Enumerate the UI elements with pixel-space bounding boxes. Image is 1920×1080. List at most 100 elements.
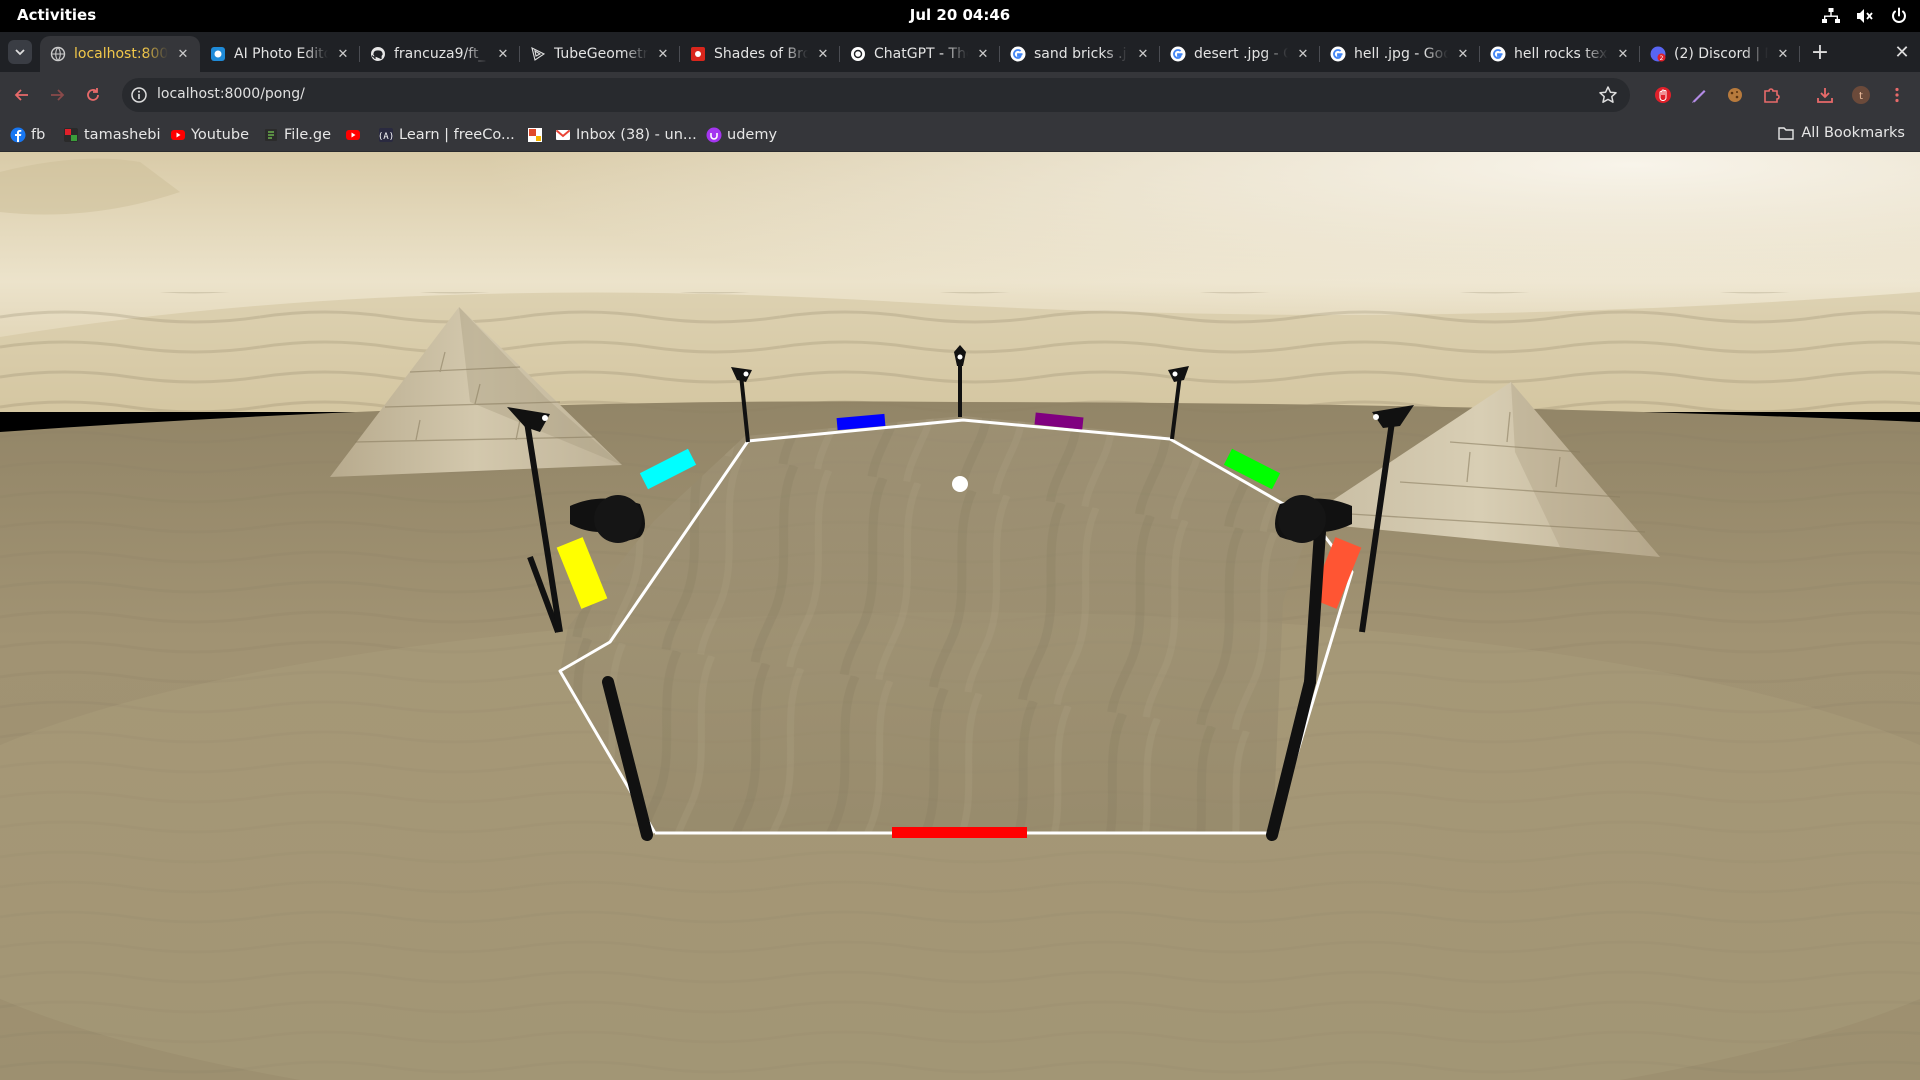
freecodecamp-icon: (A) — [378, 127, 394, 143]
bookmark-label: Youtube — [191, 127, 249, 143]
system-top-bar: Activities Jul 20 04:46 — [0, 0, 1920, 32]
network-icon[interactable] — [1820, 5, 1842, 27]
tab-close-icon[interactable]: ✕ — [654, 45, 672, 63]
palette-icon — [690, 46, 706, 62]
reload-button[interactable] — [81, 83, 105, 107]
tab[interactable]: desert .jpg - G ✕ — [1160, 36, 1320, 72]
new-tab-button[interactable]: + — [1806, 38, 1834, 66]
chevron-down-icon — [15, 49, 25, 56]
tab[interactable]: hell .jpg - Goo ✕ — [1320, 36, 1480, 72]
bookmark-item[interactable] — [345, 125, 366, 145]
url-text[interactable]: localhost:8000/pong/ — [157, 86, 305, 102]
clock[interactable]: Jul 20 04:46 — [910, 6, 1010, 24]
address-bar[interactable]: localhost:8000/pong/ — [122, 78, 1630, 112]
tab-title: desert .jpg - G — [1194, 46, 1288, 62]
system-tray[interactable] — [1820, 5, 1910, 27]
tab[interactable]: francuza9/ft_ ✕ — [360, 36, 520, 72]
activities-button[interactable]: Activities — [17, 6, 96, 24]
bookmark-label: udemy — [727, 127, 778, 143]
tab-title: Shades of Brown — [714, 46, 808, 62]
folder-icon — [1778, 127, 1795, 140]
tab[interactable]: hell rocks tex ✕ — [1480, 36, 1640, 72]
extensions-puzzle-icon[interactable] — [1760, 84, 1782, 106]
tab-close-icon[interactable]: ✕ — [334, 45, 352, 63]
github-icon — [370, 46, 386, 62]
notion-icon — [527, 127, 543, 143]
bookmark-item[interactable]: tamashebi — [63, 125, 160, 145]
tab-close-icon[interactable]: ✕ — [1614, 45, 1632, 63]
game-viewport[interactable] — [0, 152, 1920, 1080]
tab-close-icon[interactable]: ✕ — [1454, 45, 1472, 63]
tab-separator — [1799, 46, 1800, 62]
tab-title: hell rocks tex — [1514, 46, 1608, 62]
arrow-left-icon — [14, 89, 28, 101]
bookmark-star-icon[interactable] — [1598, 85, 1618, 105]
tab-strip: localhost:8000 ✕ AI Photo Editor ✕ francuza9… — [0, 32, 1920, 72]
tab[interactable]: TubeGeometry ✕ — [520, 36, 680, 72]
tab-title: localhost:8000 — [74, 46, 168, 62]
download-icon[interactable] — [1814, 84, 1836, 106]
bookmarks-bar: All Bookmarks fb tamashebi Youtube File.ge (… — [0, 118, 1920, 152]
bookmark-item[interactable]: fb — [10, 125, 45, 145]
bookmark-item[interactable]: Inbox (38) - un... — [555, 125, 697, 145]
tab-list: localhost:8000 ✕ AI Photo Editor ✕ francuza9… — [40, 36, 1800, 72]
site-info-icon[interactable] — [130, 86, 148, 104]
tab-title: sand bricks .jpg — [1034, 46, 1128, 62]
tab-close-icon[interactable]: ✕ — [974, 45, 992, 63]
bookmark-item[interactable]: (A) Learn | freeCo... — [378, 125, 515, 145]
extension-shield-icon[interactable] — [1652, 84, 1674, 106]
window-close-button[interactable]: ✕ — [1890, 40, 1914, 64]
tab[interactable]: ChatGPT - The ✕ — [840, 36, 1000, 72]
bookmark-item[interactable]: File.ge — [263, 125, 331, 145]
bookmark-label: Learn | freeCo... — [399, 127, 515, 143]
bookmark-label: fb — [31, 127, 46, 143]
extension-cookie-icon[interactable] — [1724, 84, 1746, 106]
back-button[interactable] — [10, 83, 34, 107]
tab[interactable]: Shades of Brown ✕ — [680, 36, 840, 72]
tab-title: francuza9/ft_ — [394, 46, 488, 62]
facebook-icon — [10, 127, 26, 143]
tab-title: TubeGeometry — [554, 46, 648, 62]
tab-close-icon[interactable]: ✕ — [814, 45, 832, 63]
google-icon — [1010, 46, 1026, 62]
all-bookmarks-button[interactable]: All Bookmarks — [1778, 125, 1905, 141]
pong-ball — [952, 476, 968, 492]
tab-close-icon[interactable]: ✕ — [1134, 45, 1152, 63]
tab-active[interactable]: localhost:8000 ✕ — [40, 36, 200, 72]
bookmark-item[interactable]: udemy — [706, 125, 777, 145]
all-bookmarks-label: All Bookmarks — [1801, 125, 1905, 141]
bookmark-label: File.ge — [284, 127, 331, 143]
youtube-icon — [345, 127, 361, 143]
tab-title: (2) Discord | M — [1674, 46, 1768, 62]
discord-icon: 2 — [1650, 46, 1666, 62]
tab[interactable]: sand bricks .jpg ✕ — [1000, 36, 1160, 72]
bookmark-item[interactable] — [527, 125, 548, 145]
volume-muted-icon[interactable] — [1854, 5, 1876, 27]
google-icon — [1490, 46, 1506, 62]
svg-text:t: t — [1859, 91, 1863, 102]
tab-close-icon[interactable]: ✕ — [1294, 45, 1312, 63]
udemy-icon — [706, 127, 722, 143]
tab-close-icon[interactable]: ✕ — [174, 45, 192, 63]
tab-close-icon[interactable]: ✕ — [494, 45, 512, 63]
paddle-red-player — [892, 827, 1027, 838]
menu-kebab-icon[interactable] — [1886, 84, 1908, 106]
close-icon: ✕ — [1894, 41, 1910, 63]
tab-close-icon[interactable]: ✕ — [1774, 45, 1792, 63]
pong-scene-canvas[interactable] — [0, 152, 1920, 1080]
profile-avatar[interactable]: t — [1850, 84, 1872, 106]
tab[interactable]: AI Photo Editor ✕ — [200, 36, 360, 72]
forward-button[interactable] — [45, 83, 69, 107]
bookmark-label: Inbox (38) - un... — [576, 127, 697, 143]
filege-icon — [263, 127, 279, 143]
tab[interactable]: 2 (2) Discord | M ✕ — [1640, 36, 1800, 72]
extension-pen-icon[interactable] — [1688, 84, 1710, 106]
bookmark-item[interactable]: Youtube — [170, 125, 249, 145]
tab-search-button[interactable] — [8, 40, 32, 64]
threejs-icon — [530, 46, 546, 62]
tab-title: AI Photo Editor — [234, 46, 328, 62]
tab-title: hell .jpg - Goo — [1354, 46, 1448, 62]
plus-icon: + — [1810, 39, 1830, 65]
power-icon[interactable] — [1888, 5, 1910, 27]
google-icon — [1170, 46, 1186, 62]
